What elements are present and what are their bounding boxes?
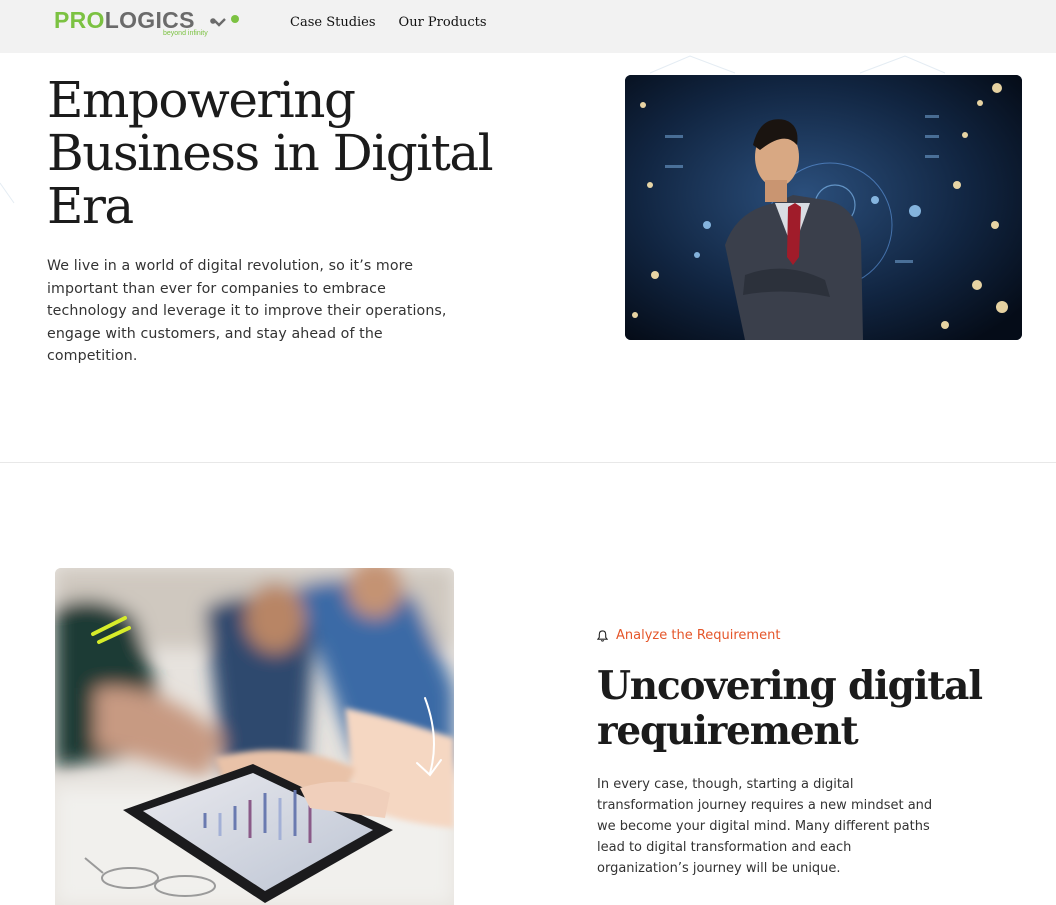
section-title-line: Uncovering digital [597,663,983,709]
section-divider [0,462,1056,463]
main-nav: Case Studies Our Products [290,15,487,30]
hero-title: Empowering Business in Digital Era [47,74,547,233]
hero-title-line: Era [47,177,134,235]
bell-icon [597,629,608,642]
hero-title-line: Empowering [47,71,356,129]
team-tablet-image [55,568,454,905]
section-label: Analyze the Requirement [597,628,780,643]
logo-tagline: beyond infinity [163,30,208,37]
nav-case-studies[interactable]: Case Studies [290,15,376,30]
hero-image-businessman [625,75,1022,340]
hero-description: We live in a world of digital revolution… [47,258,447,364]
section-title-line: requirement [597,708,859,754]
section-label-text: Analyze the Requirement [616,628,781,643]
nav-our-products[interactable]: Our Products [399,15,487,30]
prologics-logo[interactable]: PROLOGICS beyond infinity [54,7,244,41]
section-title: Uncovering digital requirement [597,664,1017,754]
logo-text-pro: PRO [54,7,105,33]
logo-dots-icon [210,15,239,27]
hero-title-line: Business in Digital [47,124,494,182]
section-description: In every case, though, starting a digita… [597,777,933,876]
site-header: PROLOGICS beyond infinity Case Studies O… [0,0,1056,53]
